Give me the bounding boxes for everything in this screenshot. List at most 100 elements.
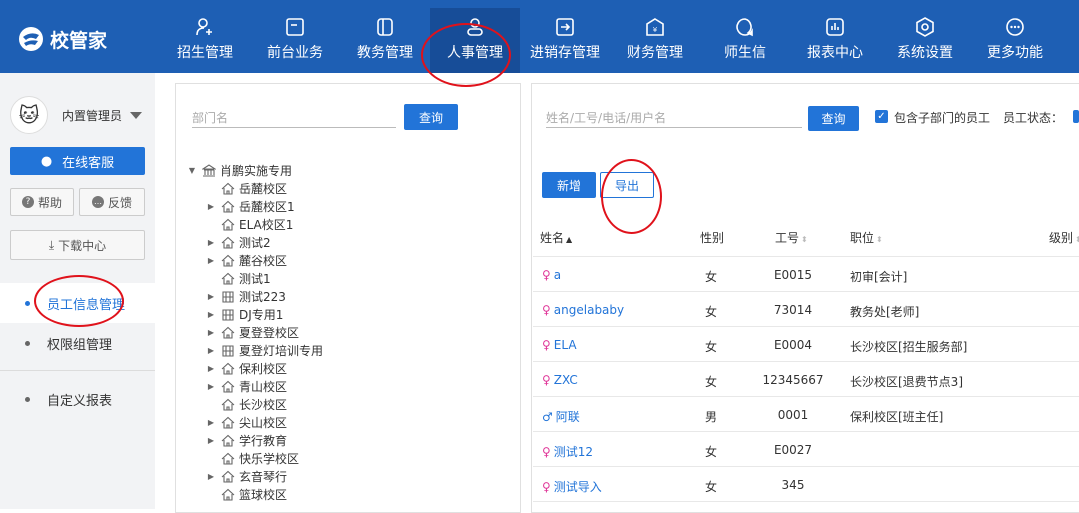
tree-node[interactable]: ELA校区1	[205, 215, 293, 233]
staff-id: 0001	[777, 408, 809, 422]
online-service-button[interactable]: ● 在线客服	[10, 147, 145, 175]
tree-node[interactable]: ▶ 学行教育	[205, 431, 287, 449]
caret-right-icon[interactable]: ▶	[205, 256, 217, 265]
staff-name-link[interactable]: ♀ 测试12	[542, 443, 593, 460]
staff-name-link[interactable]: ♀ angelababy	[542, 303, 624, 317]
tree-node[interactable]: 测试1	[205, 269, 271, 287]
caret-right-icon[interactable]: ▶	[205, 310, 217, 319]
caret-right-icon[interactable]: ▶	[205, 418, 217, 427]
tree-node[interactable]: ▶ 岳麓校区1	[205, 197, 295, 215]
sidebar-item-permission-group[interactable]: 权限组管理	[0, 323, 155, 363]
help-button[interactable]: ? 帮助	[10, 188, 74, 216]
caret-right-icon[interactable]: ▶	[205, 202, 217, 211]
nav-item-1[interactable]: 前台业务	[250, 8, 340, 73]
nav-item-2[interactable]: 教务管理	[340, 8, 430, 73]
caret-right-icon[interactable]: ▶	[205, 364, 217, 373]
home-icon	[221, 200, 235, 213]
nav-item-7[interactable]: 报表中心	[790, 8, 880, 73]
tree-node-label: 岳麓校区1	[239, 199, 295, 214]
bullet-icon	[25, 300, 30, 306]
export-button[interactable]: 导出	[600, 172, 654, 198]
nav-item-5[interactable]: ¥ 财务管理	[610, 8, 700, 73]
download-center-button[interactable]: ⤓ 下载中心	[10, 230, 145, 260]
caret-down-icon[interactable]	[130, 111, 143, 119]
caret-right-icon[interactable]: ▶	[205, 436, 217, 445]
tree-node[interactable]: ▶ 夏登登校区	[205, 323, 299, 341]
tree-node[interactable]: ▼ 肖鹏实施专用	[186, 161, 292, 179]
tree-node[interactable]: 篮球校区	[205, 485, 287, 503]
nav-item-4[interactable]: 进销存管理	[520, 8, 610, 73]
col-header-id[interactable]: 工号 ⬍	[775, 229, 808, 246]
table-row[interactable]: ♀ angelababy 女 73014 教务处[老师]	[533, 292, 1079, 327]
tree-node[interactable]: 快乐学校区	[205, 449, 299, 467]
tree-node[interactable]: ▶ 青山校区	[205, 377, 287, 395]
tree-node[interactable]: ▶ 麓谷校区	[205, 251, 287, 269]
nav-item-0[interactable]: 招生管理	[160, 8, 250, 73]
sidebar-item-staff-info[interactable]: 员工信息管理	[0, 283, 155, 323]
tree-node[interactable]: ▶ 测试2	[205, 233, 271, 251]
table-row[interactable]: ♂ 阿联 男 0001 保利校区[班主任]	[533, 397, 1079, 432]
col-header-name[interactable]: 姓名 ▲	[540, 229, 572, 246]
feedback-label: 反馈	[107, 195, 132, 210]
app-logo[interactable]: 校管家	[18, 24, 107, 54]
tree-node[interactable]: 长沙校区	[205, 395, 287, 413]
caret-right-icon[interactable]: ▶	[205, 328, 217, 337]
tree-node[interactable]: ▶ 保利校区	[205, 359, 287, 377]
col-header-level[interactable]: 级别 ⬍	[1049, 229, 1079, 246]
col-header-position[interactable]: 职位 ⬍	[850, 229, 883, 246]
home-icon	[221, 380, 235, 393]
table-row[interactable]: ♀ ELA 女 E0004 长沙校区[招生服务部]	[533, 327, 1079, 362]
include-subdept-checkbox[interactable]: ✓	[875, 110, 888, 123]
chat-bubble-icon: ●	[40, 153, 53, 169]
nav-item-8[interactable]: 系统设置	[880, 8, 970, 73]
caret-down-icon[interactable]: ▼	[186, 166, 198, 175]
table-row[interactable]: ♀ ZXC 女 12345667 长沙校区[退费节点3]	[533, 362, 1079, 397]
home-icon	[221, 236, 235, 249]
staff-name-link[interactable]: ♂ 阿联	[542, 408, 580, 425]
add-staff-button[interactable]: 新增	[542, 172, 596, 198]
staff-name: 阿联	[555, 410, 580, 424]
caret-right-icon[interactable]: ▶	[205, 382, 217, 391]
nav-item-label: 人事管理	[447, 45, 503, 61]
tree-node-label: 肖鹏实施专用	[220, 163, 293, 178]
col-header-gender: 性别	[700, 231, 725, 245]
sort-icon: ⬍	[1075, 235, 1079, 244]
table-row[interactable]: ♀ 测试12 女 E0027	[533, 432, 1079, 467]
tree-node[interactable]: ▶ 夏登灯培训专用	[205, 341, 323, 359]
staff-query-button[interactable]: 查询	[808, 106, 859, 131]
tree-node[interactable]: ▶ 尖山校区	[205, 413, 287, 431]
nav-item-3[interactable]: 人事管理	[430, 8, 520, 73]
table-row[interactable]: ♀ 测试导入 女 345	[533, 467, 1079, 502]
staff-name-link[interactable]: ♀ ZXC	[542, 373, 578, 387]
home-icon	[221, 326, 235, 339]
tree-node-label: ELA校区1	[239, 217, 294, 232]
include-subdept-label: 包含子部门的员工	[894, 111, 991, 125]
caret-right-icon[interactable]: ▶	[205, 346, 217, 355]
department-query-button[interactable]: 查询	[404, 104, 458, 130]
tree-node[interactable]: ▶ DJ专用1	[205, 305, 284, 323]
department-search-input[interactable]: 部门名	[192, 104, 396, 128]
staff-status-checkbox[interactable]	[1073, 110, 1079, 123]
col-header-label: 姓名	[540, 231, 565, 245]
feedback-button[interactable]: … 反馈	[79, 188, 145, 216]
user-menu[interactable]: 🐱 内置管理员	[10, 95, 150, 135]
caret-right-icon[interactable]: ▶	[205, 472, 217, 481]
sidebar-item-custom-report[interactable]: 自定义报表	[0, 379, 155, 419]
nav-item-label: 更多功能	[987, 45, 1043, 61]
nav-item-6[interactable]: 师生信	[700, 8, 790, 73]
staff-name-link[interactable]: ♀ a	[542, 268, 561, 282]
tree-node[interactable]: ▶ 测试223	[205, 287, 286, 305]
caret-right-icon[interactable]: ▶	[205, 292, 217, 301]
staff-name-link[interactable]: ♀ 测试导入	[542, 478, 602, 495]
app-title: 校管家	[50, 29, 108, 52]
tree-node[interactable]: ▶ 玄音琴行	[205, 467, 287, 485]
staff-search-input[interactable]: 姓名/工号/电话/用户名	[546, 104, 802, 128]
bank-icon	[202, 163, 216, 177]
logo-icon	[19, 27, 43, 51]
table-row[interactable]: ♀ a 女 E0015 初审[会计]	[533, 257, 1079, 292]
staff-gender: 女	[705, 480, 718, 494]
caret-right-icon[interactable]: ▶	[205, 238, 217, 247]
nav-item-9[interactable]: 更多功能	[970, 8, 1060, 73]
tree-node[interactable]: 岳麓校区	[205, 179, 287, 197]
staff-name-link[interactable]: ♀ ELA	[542, 338, 577, 352]
